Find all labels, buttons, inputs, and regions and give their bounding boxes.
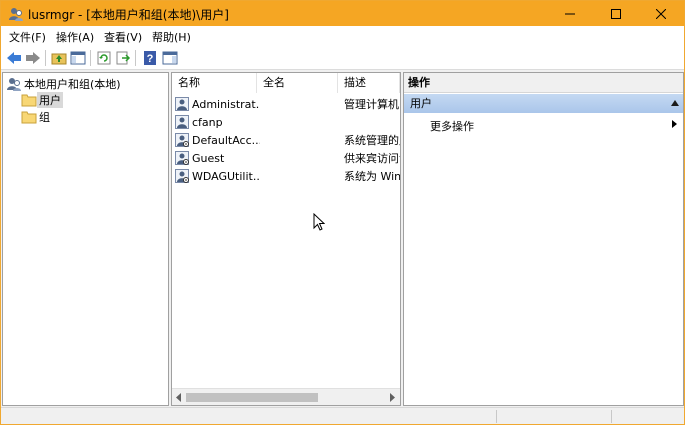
scroll-right-icon[interactable] <box>388 393 396 402</box>
help-button[interactable]: ? <box>141 49 159 67</box>
back-button[interactable] <box>5 49 23 67</box>
actions-section-users[interactable]: 用户 <box>404 94 683 113</box>
column-header-fullname[interactable]: 全名 <box>257 73 338 93</box>
close-icon <box>656 8 666 19</box>
up-one-level-button[interactable] <box>50 49 68 67</box>
title-bar[interactable]: lusrmgr - [本地用户和组(本地)\用户] <box>1 1 684 26</box>
row-name: WDAGUtilit... <box>192 169 260 183</box>
horizontal-scrollbar[interactable] <box>172 388 400 405</box>
folder-icon <box>21 111 37 124</box>
mouse-cursor-icon <box>313 213 325 231</box>
row-name: Guest <box>192 151 225 165</box>
user-icon <box>175 97 189 111</box>
help-icon: ? <box>144 51 156 65</box>
row-description: 系统为 Wind <box>344 170 401 183</box>
column-header-description[interactable]: 描述 <box>338 73 400 93</box>
tree-root[interactable]: 本地用户和组(本地) <box>6 76 123 92</box>
actions-title: 操作 <box>404 73 683 93</box>
table-row[interactable]: WDAGUtilit... 系统为 Wind <box>175 167 401 185</box>
close-button[interactable] <box>638 1 684 26</box>
row-name: Administrat... <box>192 97 260 111</box>
forward-button[interactable] <box>24 49 42 67</box>
minimize-button[interactable] <box>547 1 593 26</box>
disabled-user-icon <box>175 151 189 165</box>
lusrmgr-app-icon <box>8 6 24 22</box>
forward-arrow-icon <box>26 52 40 64</box>
export-list-button[interactable] <box>114 49 132 67</box>
export-list-icon <box>116 51 131 65</box>
maximize-icon <box>611 8 621 19</box>
menu-help[interactable]: 帮助(H) <box>152 29 191 45</box>
collapse-up-icon[interactable] <box>671 100 679 106</box>
tree-item-groups[interactable]: 组 <box>21 109 52 125</box>
svg-text:?: ? <box>147 53 154 65</box>
actions-section-label: 用户 <box>410 97 432 110</box>
tree-item-users[interactable]: 用户 <box>21 92 63 108</box>
properties-pane-icon <box>162 51 178 65</box>
menu-action[interactable]: 操作(A) <box>56 29 94 45</box>
user-icon <box>175 115 189 129</box>
minimize-icon <box>565 13 575 14</box>
menu-view[interactable]: 查看(V) <box>104 29 142 45</box>
table-row[interactable]: Guest 供来宾访问计 <box>175 149 400 167</box>
tree-root-label: 本地用户和组(本地) <box>24 78 121 91</box>
toolbar-separator <box>90 50 91 66</box>
row-name: cfanp <box>192 115 223 129</box>
more-actions-item[interactable]: 更多操作 <box>430 118 474 134</box>
window-title: lusrmgr - [本地用户和组(本地)\用户] <box>28 8 229 22</box>
refresh-button[interactable] <box>95 49 113 67</box>
column-header-name[interactable]: 名称 <box>172 73 257 93</box>
disabled-user-icon <box>175 169 189 183</box>
scrollbar-thumb[interactable] <box>186 393 318 402</box>
refresh-icon <box>97 51 111 65</box>
console-tree: 本地用户和组(本地) 用户 组 <box>2 72 169 406</box>
show-hide-tree-button[interactable] <box>69 49 87 67</box>
scroll-left-icon[interactable] <box>175 393 183 402</box>
status-divider <box>611 410 612 423</box>
submenu-arrow-icon <box>672 120 677 128</box>
table-row[interactable]: Administrat... 管理计算机( <box>175 95 401 113</box>
menu-file[interactable]: 文件(F) <box>9 29 46 45</box>
toolbar-separator <box>45 50 46 66</box>
tree-item-label: 组 <box>39 111 50 124</box>
row-description: 供来宾访问计 <box>344 152 400 165</box>
table-row[interactable]: cfanp <box>175 113 400 131</box>
toolbar-separator <box>135 50 136 66</box>
disabled-user-icon <box>175 133 189 147</box>
mmc-window: lusrmgr - [本地用户和组(本地)\用户] 文件(F) 操作(A) 查看… <box>0 0 685 425</box>
show-action-pane-button[interactable] <box>161 49 179 67</box>
up-folder-icon <box>51 53 67 65</box>
status-bar <box>1 407 684 424</box>
row-description: 管理计算机( <box>344 98 401 111</box>
row-description: 系统管理的用 <box>344 134 400 147</box>
back-arrow-icon <box>7 52 21 64</box>
results-list: 名称 全名 描述 Administrat... 管理计算机( cfanp Def… <box>171 72 401 406</box>
row-name: DefaultAcc... <box>192 133 260 147</box>
status-divider <box>496 410 497 423</box>
tree-item-label: 用户 <box>37 92 63 108</box>
menu-bar: 文件(F) 操作(A) 查看(V) 帮助(H) <box>1 26 684 46</box>
show-tree-icon <box>70 51 86 65</box>
more-actions-label: 更多操作 <box>430 120 474 133</box>
actions-pane: 操作 用户 更多操作 <box>403 72 684 406</box>
users-groups-icon <box>7 78 21 91</box>
folder-icon <box>21 94 37 107</box>
toolbar: ? <box>1 46 684 70</box>
table-row[interactable]: DefaultAcc... 系统管理的用 <box>175 131 400 149</box>
maximize-button[interactable] <box>593 1 639 26</box>
